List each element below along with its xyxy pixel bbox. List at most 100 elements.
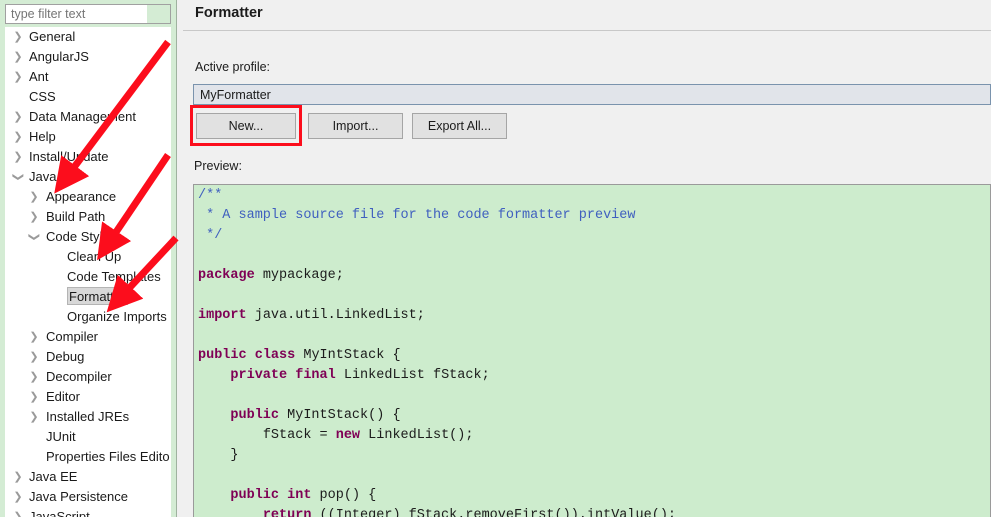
code-line: public int pop() { [230, 488, 377, 503]
sidebar-item-label: General [29, 29, 76, 44]
sidebar-item-help[interactable]: ❯ Help [5, 127, 171, 147]
sidebar-item-label: Installed JREs [46, 409, 130, 424]
preferences-sidebar: ❯ General ❯ AngularJS ❯ Ant CSS ❯ Data Managemen… [0, 0, 176, 517]
formatter-page: Formatter Active profile: MyFormatter Ne… [183, 0, 991, 517]
chevron-right-icon[interactable]: ❯ [11, 127, 25, 147]
sidebar-item-java[interactable]: ❯ Java [5, 167, 171, 187]
sidebar-item-general[interactable]: ❯ General [5, 27, 171, 47]
sidebar-item-build-path[interactable]: ❯ Build Path [5, 207, 171, 227]
code-line: */ [198, 228, 223, 243]
sidebar-item-label: Appearance [46, 189, 117, 204]
code-line: public MyIntStack() { [230, 408, 401, 423]
chevron-right-icon[interactable]: ❯ [27, 327, 41, 347]
sidebar-item-label: Ant [29, 69, 49, 84]
chevron-down-icon[interactable]: ❯ [24, 230, 44, 244]
sidebar-item-debug[interactable]: ❯ Debug [5, 347, 171, 367]
sidebar-item-label: Properties Files Edito [46, 449, 170, 464]
search-input[interactable] [6, 5, 149, 23]
sidebar-item-label: Decompiler [46, 369, 112, 384]
sidebar-item-label: JUnit [46, 429, 76, 444]
code-line: fStack = new LinkedList(); [262, 428, 474, 443]
sidebar-item-java-ee[interactable]: ❯ Java EE [5, 467, 171, 487]
sidebar-item-label: Install/Update [29, 149, 109, 164]
active-profile-value: MyFormatter [200, 88, 271, 102]
chevron-down-icon[interactable]: ❯ [8, 170, 28, 184]
sidebar-item-ant[interactable]: ❯ Ant [5, 67, 171, 87]
sidebar-item-label: Data Management [29, 109, 136, 124]
sidebar-item-label: Debug [46, 349, 85, 364]
active-profile-label: Active profile: [195, 60, 270, 74]
chevron-right-icon[interactable]: ❯ [27, 347, 41, 367]
preview-label-text: Preview: [194, 159, 242, 173]
chevron-right-icon[interactable]: ❯ [27, 387, 41, 407]
sidebar-item-properties-files-edito[interactable]: Properties Files Edito [5, 447, 171, 467]
code-line: public class MyIntStack { [198, 348, 401, 363]
sidebar-item-css[interactable]: CSS [5, 87, 171, 107]
chevron-right-icon[interactable]: ❯ [27, 207, 41, 227]
chevron-right-icon[interactable]: ❯ [11, 147, 25, 167]
active-profile-label-text: Active profile: [195, 60, 271, 74]
sidebar-item-label: CSS [29, 89, 56, 104]
code-line: return ((Integer) fStack.removeFirst()).… [262, 508, 677, 517]
sidebar-item-editor[interactable]: ❯ Editor [5, 387, 171, 407]
sidebar-item-install-update[interactable]: ❯ Install/Update [5, 147, 171, 167]
sidebar-item-code-templates[interactable]: Code Templates [5, 267, 171, 287]
sidebar-item-javascript[interactable]: ❯ JavaScript [5, 507, 171, 517]
sidebar-item-data-management[interactable]: ❯ Data Management [5, 107, 171, 127]
sidebar-item-label: Formatter [67, 287, 129, 305]
sidebar-item-code-style[interactable]: ❯ Code Style [5, 227, 171, 247]
sidebar-item-label: Organize Imports [67, 309, 167, 324]
sidebar-item-label: AngularJS [29, 49, 89, 64]
sidebar-item-installed-jres[interactable]: ❯ Installed JREs [5, 407, 171, 427]
import-button[interactable]: Import... [308, 113, 403, 139]
preview-code-text: /** * A sample source file for the code … [198, 186, 990, 517]
sidebar-item-label: Code Templates [67, 269, 161, 284]
filter-green-fill [147, 5, 170, 23]
chevron-right-icon[interactable]: ❯ [27, 187, 41, 207]
new-button-highlight-box [190, 105, 302, 146]
chevron-right-icon[interactable]: ❯ [11, 487, 25, 507]
sidebar-item-junit[interactable]: JUnit [5, 427, 171, 447]
chevron-right-icon[interactable]: ❯ [11, 27, 25, 47]
sidebar-item-angularjs[interactable]: ❯ AngularJS [5, 47, 171, 67]
sidebar-item-label: Editor [46, 389, 80, 404]
code-line: package mypackage; [198, 268, 344, 283]
code-line: import java.util.LinkedList; [198, 308, 425, 323]
sidebar-item-organize-imports[interactable]: Organize Imports [5, 307, 171, 327]
sidebar-item-appearance[interactable]: ❯ Appearance [5, 187, 171, 207]
sidebar-item-decompiler[interactable]: ❯ Decompiler [5, 367, 171, 387]
sidebar-item-label: Java [29, 169, 57, 184]
sidebar-item-java-persistence[interactable]: ❯ Java Persistence [5, 487, 171, 507]
sidebar-item-label: Java EE [29, 469, 78, 484]
sidebar-item-formatter[interactable]: Formatter [5, 287, 171, 307]
page-title: Formatter [195, 5, 263, 21]
title-divider [183, 30, 991, 31]
sidebar-item-label: JavaScript [29, 509, 90, 517]
chevron-right-icon[interactable]: ❯ [11, 107, 25, 127]
chevron-right-icon[interactable]: ❯ [11, 67, 25, 87]
code-line: /** [198, 188, 223, 203]
chevron-right-icon[interactable]: ❯ [27, 407, 41, 427]
sidebar-item-label: Help [29, 129, 56, 144]
chevron-right-icon[interactable]: ❯ [11, 467, 25, 487]
preferences-tree[interactable]: ❯ General ❯ AngularJS ❯ Ant CSS ❯ Data Managemen… [5, 27, 171, 517]
preview-label: Preview: [194, 159, 242, 173]
code-line: } [198, 448, 239, 463]
chevron-right-icon[interactable]: ❯ [11, 47, 25, 67]
filter-textbox[interactable] [5, 4, 171, 24]
sidebar-item-clean-up[interactable]: Clean Up [5, 247, 171, 267]
active-profile-combobox[interactable]: MyFormatter [193, 84, 991, 105]
sidebar-item-label: Java Persistence [29, 489, 128, 504]
preferences-dialog: ❯ General ❯ AngularJS ❯ Ant CSS ❯ Data Managemen… [0, 0, 991, 517]
sidebar-item-label: Code Style [46, 229, 110, 244]
sidebar-item-label: Clean Up [67, 249, 122, 264]
chevron-right-icon[interactable]: ❯ [27, 367, 41, 387]
code-line: private final LinkedList fStack; [230, 368, 490, 383]
export-all-button[interactable]: Export All... [412, 113, 507, 139]
chevron-right-icon[interactable]: ❯ [11, 507, 25, 517]
code-line: * A sample source file for the code form… [198, 208, 636, 223]
formatter-preview-pane[interactable]: /** * A sample source file for the code … [193, 184, 991, 517]
sidebar-item-compiler[interactable]: ❯ Compiler [5, 327, 171, 347]
